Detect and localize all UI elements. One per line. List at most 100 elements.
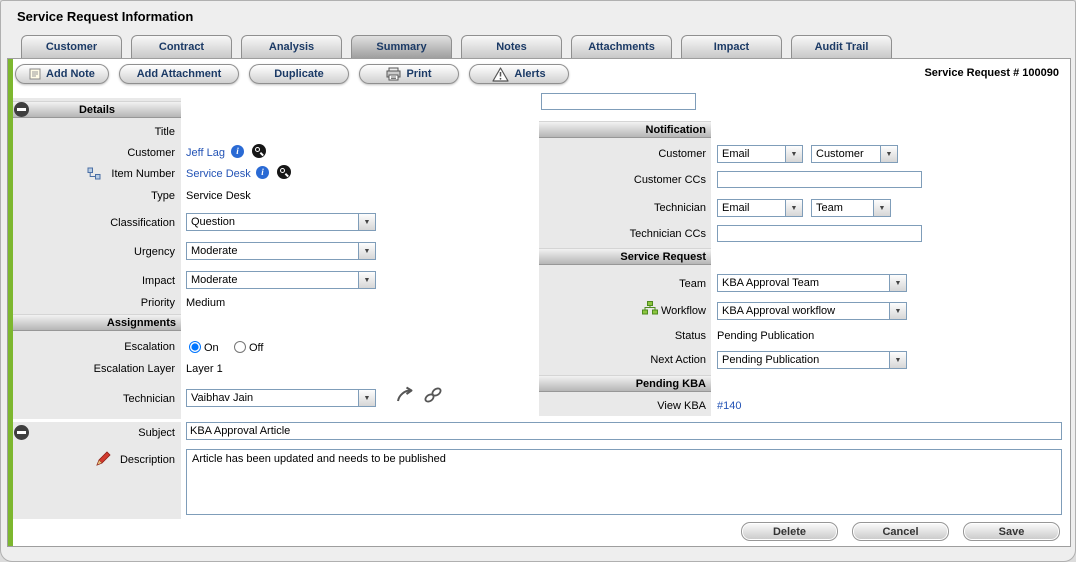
notify-technician-method-select[interactable]: Email ▼ [717,199,803,217]
description-textarea[interactable]: Article has been updated and needs to be… [186,449,1062,515]
notify-technician-label: Technician [539,201,706,215]
title-input[interactable] [541,93,696,110]
item-number-label: Item Number [13,167,175,181]
tab-summary[interactable]: Summary [351,35,452,59]
technician-ccs-input[interactable] [717,225,922,242]
request-number: Service Request # 100090 [924,67,1059,79]
duplicate-button[interactable]: Duplicate [249,64,349,84]
technician-select[interactable]: Vaibhav Jain ▼ [186,389,376,407]
subject-label: Subject [13,426,175,440]
delete-button[interactable]: Delete [741,522,838,541]
chevron-down-icon: ▼ [358,390,375,406]
tab-notes[interactable]: Notes [461,35,562,59]
notify-customer-target-select[interactable]: Customer ▼ [811,145,898,163]
tab-customer[interactable]: Customer [21,35,122,59]
type-value: Service Desk [186,189,251,203]
chevron-down-icon: ▼ [880,146,897,162]
classification-selected: Question [187,214,358,230]
workflow-selected: KBA Approval workflow [718,303,889,319]
alerts-label: Alerts [514,68,545,80]
status-value: Pending Publication [717,329,814,343]
title-label: Title [13,125,175,139]
technician-selected: Vaibhav Jain [187,390,358,406]
chevron-down-icon: ▼ [889,352,906,368]
workflow-select[interactable]: KBA Approval workflow ▼ [717,302,907,320]
printer-icon [386,67,401,81]
cancel-button[interactable]: Cancel [852,522,949,541]
priority-value: Medium [186,296,225,310]
notify-customer-label: Customer [539,147,706,161]
impact-label: Impact [13,274,175,288]
unlink-icon[interactable] [423,386,443,404]
subject-input[interactable] [186,422,1062,440]
pending-kba-section-header: Pending KBA [539,375,711,392]
team-selected: KBA Approval Team [718,275,889,291]
classification-select[interactable]: Question ▼ [186,213,376,231]
collapse-details-icon[interactable] [14,102,29,117]
duplicate-label: Duplicate [274,68,324,80]
view-kba-label: View KBA [539,399,706,413]
item-search-icon[interactable] [277,165,291,179]
notification-label-column [539,121,711,416]
team-label: Team [539,277,706,291]
escalation-off-label: Off [249,341,263,355]
add-attachment-button[interactable]: Add Attachment [119,64,239,84]
chevron-down-icon: ▼ [358,214,375,230]
customer-search-icon[interactable] [252,144,266,158]
chevron-down-icon: ▼ [785,200,802,216]
next-action-select[interactable]: Pending Publication ▼ [717,351,907,369]
tab-audit-trail[interactable]: Audit Trail [791,35,892,59]
print-label: Print [406,68,431,80]
alerts-button[interactable]: Alerts [469,64,569,84]
urgency-selected: Moderate [187,243,358,259]
next-action-label: Next Action [539,353,706,367]
description-label: Description [13,453,175,467]
note-icon [29,68,41,80]
notify-customer-method-selected: Email [718,146,785,162]
notify-customer-method-select[interactable]: Email ▼ [717,145,803,163]
chevron-down-icon: ▼ [785,146,802,162]
impact-selected: Moderate [187,272,358,288]
tab-attachments[interactable]: Attachments [571,35,672,59]
save-button[interactable]: Save [963,522,1060,541]
tab-analysis[interactable]: Analysis [241,35,342,59]
customer-ccs-input[interactable] [717,171,922,188]
escalation-layer-value: Layer 1 [186,362,223,376]
workflow-label: Workflow [539,304,706,318]
service-request-section-header: Service Request [539,248,711,265]
team-select[interactable]: KBA Approval Team ▼ [717,274,907,292]
item-info-icon[interactable]: i [256,166,269,179]
notify-technician-target-selected: Team [812,200,873,216]
customer-ccs-label: Customer CCs [539,173,706,187]
urgency-select[interactable]: Moderate ▼ [186,242,376,260]
notify-technician-method-selected: Email [718,200,785,216]
details-section-header: Details [13,101,181,118]
customer-link[interactable]: Jeff Lag [186,146,225,160]
tab-contract[interactable]: Contract [131,35,232,59]
urgency-label: Urgency [13,245,175,259]
print-button[interactable]: Print [359,64,459,84]
next-action-selected: Pending Publication [718,352,889,368]
type-label: Type [13,189,175,203]
alert-triangle-icon [492,67,509,82]
notification-section-header: Notification [539,121,711,138]
technician-label: Technician [13,392,175,406]
escalation-on-label: On [204,341,219,355]
chevron-down-icon: ▼ [358,243,375,259]
escalate-icon[interactable] [395,386,415,404]
impact-select[interactable]: Moderate ▼ [186,271,376,289]
classification-label: Classification [13,216,175,230]
assignments-section-header: Assignments [13,314,181,331]
add-note-button[interactable]: Add Note [15,64,109,84]
escalation-label: Escalation [13,340,175,354]
escalation-off-radio[interactable] [234,341,246,353]
customer-info-icon[interactable]: i [231,145,244,158]
notify-technician-target-select[interactable]: Team ▼ [811,199,891,217]
view-kba-link[interactable]: #140 [717,399,741,413]
chevron-down-icon: ▼ [358,272,375,288]
item-number-link[interactable]: Service Desk [186,167,251,181]
status-label: Status [539,329,706,343]
chevron-down-icon: ▼ [889,303,906,319]
tab-impact[interactable]: Impact [681,35,782,59]
escalation-on-radio[interactable] [189,341,201,353]
